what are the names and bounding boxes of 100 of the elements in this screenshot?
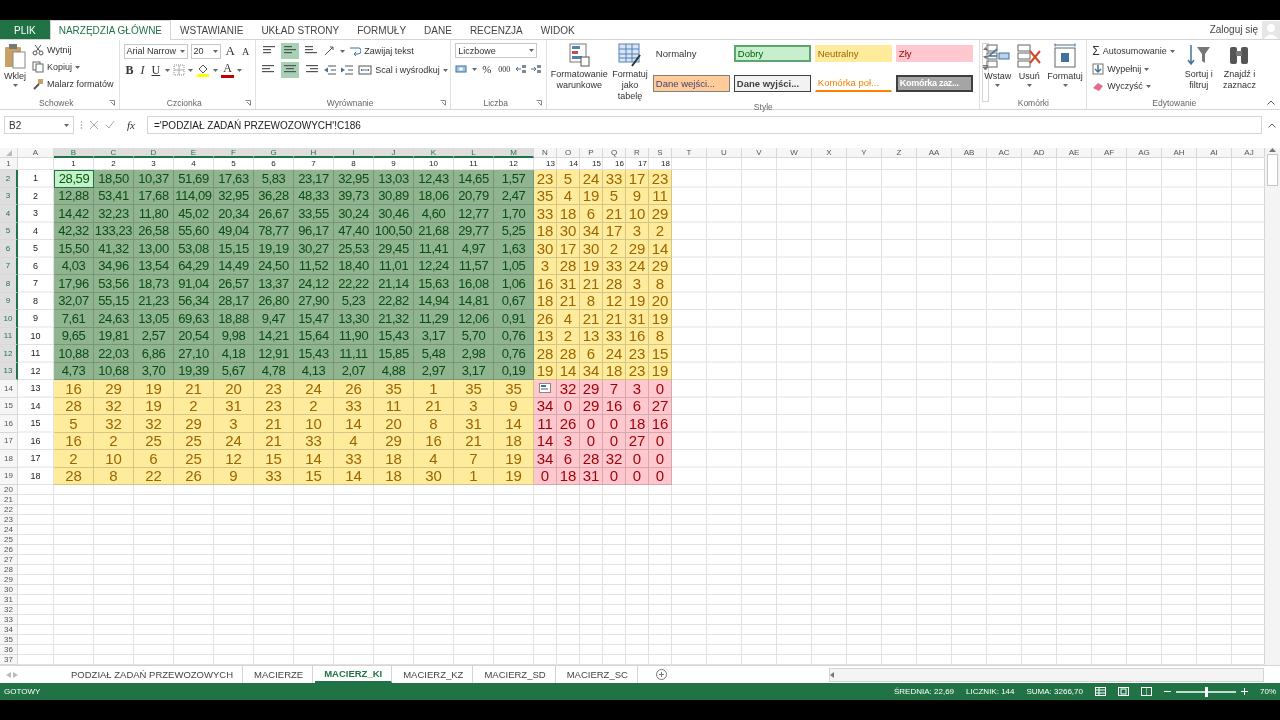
dialog-launcher-icon[interactable] xyxy=(108,100,115,106)
column-header[interactable]: A xyxy=(18,148,54,158)
copy-button[interactable]: Kopiuj xyxy=(31,60,115,74)
column-header[interactable]: Q xyxy=(603,148,626,158)
row-header[interactable]: 18 xyxy=(0,450,18,468)
row-header[interactable]: 6 xyxy=(0,240,18,258)
font-color-button[interactable]: A xyxy=(221,62,234,78)
ribbon-tab[interactable]: WSTAWIANIE xyxy=(171,20,253,39)
row-header[interactable]: 14 xyxy=(0,380,18,398)
cell-style-option[interactable]: Neutralny xyxy=(814,45,892,62)
dialog-launcher-icon[interactable] xyxy=(245,100,252,106)
vertical-scrollbar[interactable] xyxy=(1264,148,1280,665)
row-header[interactable]: 16 xyxy=(0,415,18,433)
insert-button[interactable]: Wstaw xyxy=(984,43,1012,97)
row-header[interactable]: 12 xyxy=(0,345,18,363)
row-header[interactable]: 2 xyxy=(0,170,18,188)
delete-button[interactable]: Usuń xyxy=(1016,43,1043,97)
italic-button[interactable]: I xyxy=(138,62,147,78)
scroll-thumb[interactable] xyxy=(1267,154,1278,186)
row-header[interactable]: 8 xyxy=(0,275,18,293)
vertical-align-button[interactable] xyxy=(281,43,300,59)
column-header[interactable]: U xyxy=(707,148,742,158)
column-header[interactable]: Y xyxy=(847,148,882,158)
column-header[interactable]: N xyxy=(534,148,557,158)
column-header[interactable]: K xyxy=(414,148,454,158)
column-header[interactable]: AD xyxy=(1022,148,1057,158)
column-header[interactable]: S xyxy=(649,148,672,158)
row-header[interactable]: 1 xyxy=(0,158,18,170)
column-header[interactable]: AA xyxy=(917,148,952,158)
column-header[interactable]: AG xyxy=(1127,148,1162,158)
paste-options-icon[interactable] xyxy=(539,383,551,394)
sheet-tab[interactable]: MACIERZ_KI xyxy=(315,666,393,683)
format-painter-button[interactable]: Malarz formatów xyxy=(31,77,115,91)
font-size-field[interactable]: 20 xyxy=(190,43,221,59)
find-select-button[interactable]: Znajdź i zaznacz xyxy=(1221,43,1258,97)
insert-function-button[interactable]: fx xyxy=(121,119,141,131)
bold-button[interactable]: B xyxy=(123,62,136,78)
ribbon-tab[interactable]: RECENZJA xyxy=(460,20,532,39)
format-as-table-button[interactable]: Formatuj jako tabelę xyxy=(612,43,648,102)
row-header[interactable]: 4 xyxy=(0,205,18,223)
column-header[interactable]: AF xyxy=(1092,148,1127,158)
ribbon-tab[interactable]: UKŁAD STRONY xyxy=(252,20,349,39)
column-header[interactable]: Z xyxy=(882,148,917,158)
dialog-launcher-icon[interactable] xyxy=(440,100,447,106)
ribbon-tab[interactable]: DANE xyxy=(415,20,461,39)
column-header[interactable]: O xyxy=(557,148,580,158)
sign-in-link[interactable]: Zaloguj się xyxy=(1209,24,1258,35)
column-header[interactable]: AE xyxy=(1057,148,1092,158)
column-header[interactable]: F xyxy=(214,148,254,158)
formula-field[interactable]: ='PODZIAŁ ZADAŃ PRZEWOZOWYCH'!C186 xyxy=(146,116,1262,134)
shrink-font-button[interactable]: A xyxy=(239,43,252,59)
column-header[interactable]: J xyxy=(374,148,414,158)
column-header[interactable]: C xyxy=(94,148,134,158)
merge-center-button[interactable]: Scal i wyśrodkuj xyxy=(357,63,449,77)
format-button[interactable]: Formatuj xyxy=(1047,43,1083,97)
column-header[interactable]: M xyxy=(494,148,534,158)
cell-style-option[interactable]: Dane wyjści... xyxy=(733,74,811,92)
percent-button[interactable]: % xyxy=(480,61,494,77)
column-header[interactable]: P xyxy=(580,148,603,158)
autosum-button[interactable]: Σ Autosumowanie xyxy=(1091,43,1176,59)
column-header[interactable]: R xyxy=(626,148,649,158)
column-header[interactable]: AC xyxy=(987,148,1022,158)
number-format-field[interactable]: Liczbowe xyxy=(455,43,538,58)
column-header[interactable]: G xyxy=(254,148,294,158)
horizontal-scrollbar[interactable] xyxy=(828,667,1264,682)
ribbon-tab[interactable]: NARZĘDZIA GŁÓWNE xyxy=(49,20,172,40)
column-header[interactable]: W xyxy=(777,148,812,158)
ribbon-tab[interactable]: WIDOK xyxy=(531,20,584,39)
column-header[interactable]: L xyxy=(454,148,494,158)
column-header[interactable]: H xyxy=(294,148,334,158)
column-header[interactable]: V xyxy=(742,148,777,158)
column-header[interactable]: AI xyxy=(1197,148,1232,158)
cell-style-option[interactable]: Dane wejści... xyxy=(652,74,730,92)
dialog-launcher-icon[interactable] xyxy=(536,100,543,106)
row-header[interactable]: 10 xyxy=(0,310,18,328)
underline-button[interactable]: U xyxy=(149,62,163,78)
cell-style-option[interactable]: Zły xyxy=(895,45,973,62)
row-header[interactable]: 37 xyxy=(0,655,18,665)
conditional-formatting-button[interactable]: Formatowanie warunkowe xyxy=(551,43,608,102)
sort-filter-button[interactable]: Sortuj i filtruj xyxy=(1180,43,1217,97)
zoom-percent[interactable]: 70% xyxy=(1260,687,1276,696)
column-header[interactable]: E xyxy=(174,148,214,158)
column-header[interactable]: AB xyxy=(952,148,987,158)
cut-button[interactable]: Wytnij xyxy=(31,43,115,57)
paste-button[interactable]: Wklej xyxy=(4,43,26,97)
fill-button[interactable]: Wypełnij xyxy=(1091,62,1176,76)
font-name-field[interactable]: Arial Narrow xyxy=(123,43,188,59)
grow-font-button[interactable]: A xyxy=(223,43,237,59)
add-sheet-icon[interactable] xyxy=(655,669,667,680)
column-header[interactable]: D xyxy=(134,148,174,158)
wrap-text-button[interactable]: Zawijaj tekst xyxy=(348,44,415,58)
ribbon-tab[interactable]: FORMUŁY xyxy=(348,20,416,39)
file-tab[interactable]: PLIK xyxy=(0,20,50,39)
column-header[interactable]: B xyxy=(54,148,94,158)
column-header[interactable]: X xyxy=(812,148,847,158)
cell-style-option[interactable]: Dobry xyxy=(733,45,811,62)
thousands-button[interactable]: 000 xyxy=(496,61,513,77)
horizontal-align-button[interactable] xyxy=(281,62,300,78)
column-header[interactable]: T xyxy=(672,148,707,158)
column-header[interactable]: AH xyxy=(1162,148,1197,158)
